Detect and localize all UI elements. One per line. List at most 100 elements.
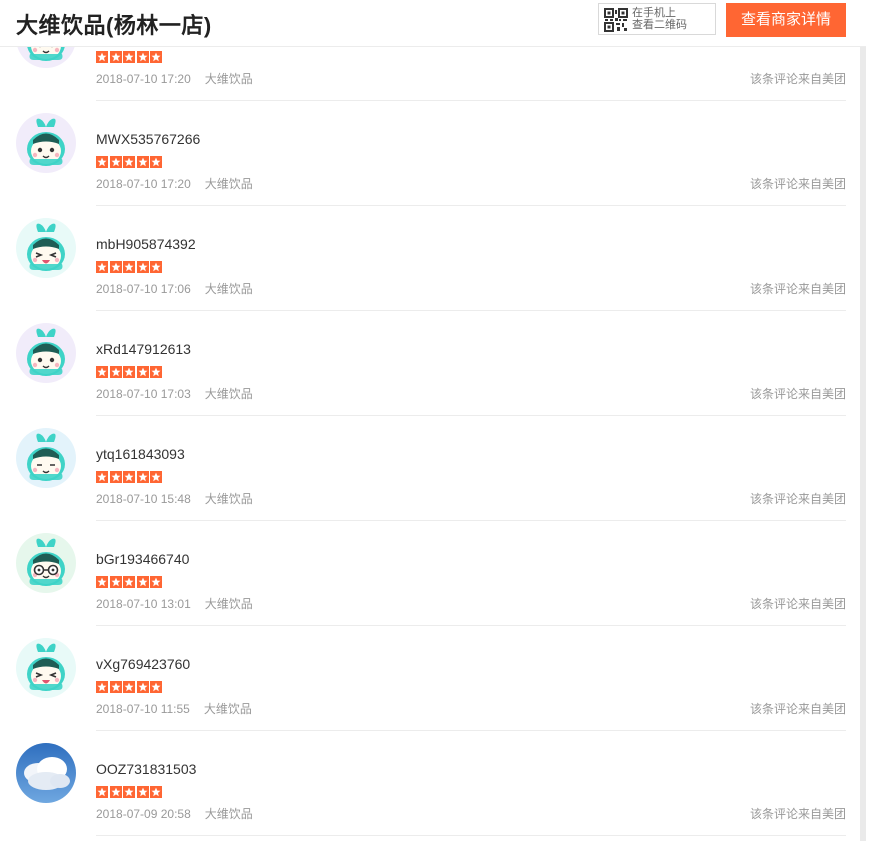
- star-icon: [96, 366, 108, 378]
- rating-stars: [96, 471, 164, 483]
- star-icon: [96, 786, 108, 798]
- rating-stars: [96, 51, 164, 63]
- review-datetime: 2018-07-09 20:58: [96, 807, 191, 821]
- avatar[interactable]: [16, 323, 76, 383]
- rating-stars: [96, 261, 164, 273]
- review-shop-name: 大维饮品: [204, 72, 253, 86]
- qr-label-line1: 在手机上: [632, 7, 676, 19]
- star-icon: [123, 366, 135, 378]
- star-icon: [123, 576, 135, 588]
- review-source: 该条评论来自美团: [749, 597, 846, 611]
- star-icon: [136, 366, 149, 378]
- rating-stars: [96, 576, 164, 588]
- qr-label-line2: 查看二维码: [632, 19, 687, 31]
- star-icon: [150, 576, 162, 588]
- star-icon: [150, 51, 162, 63]
- review-meta: 2018-07-10 17:06 大维饮品: [96, 280, 253, 297]
- star-icon: [136, 786, 149, 798]
- star-icon: [123, 261, 135, 273]
- review-meta: 2018-07-10 17:03 大维饮品: [96, 385, 253, 402]
- review-shop-name: 大维饮品: [204, 387, 253, 401]
- review-username[interactable]: mbH905874392: [96, 236, 196, 252]
- star-icon: [150, 786, 162, 798]
- star-icon: [109, 366, 122, 378]
- qr-code-icon: [604, 8, 628, 32]
- review-item: ytq161843093 2018-07-10 15:48 大维饮品 该条评论来自美团: [0, 416, 866, 521]
- review-source: 该条评论来自美团: [749, 282, 846, 296]
- star-icon: [123, 471, 135, 483]
- review-item: OOZ731831503 2018-07-09 20:58 大维饮品 该条评论来自美团: [0, 731, 866, 836]
- avatar[interactable]: [16, 113, 76, 173]
- star-icon: [150, 366, 162, 378]
- avatar[interactable]: [16, 638, 76, 698]
- star-icon: [109, 261, 122, 273]
- review-username[interactable]: vXg769423760: [96, 656, 190, 672]
- review-shop-name: 大维饮品: [204, 597, 253, 611]
- review-shop-name: 大维饮品: [204, 282, 253, 296]
- star-icon: [109, 51, 122, 63]
- review-datetime: 2018-07-10 17:03: [96, 387, 191, 401]
- review-item: mbH905874392 2018-07-10 17:06 大维饮品 该条评论来自美团: [0, 206, 866, 311]
- star-icon: [109, 786, 122, 798]
- review-source: 该条评论来自美团: [749, 492, 846, 506]
- avatar[interactable]: [16, 743, 76, 803]
- review-shop-name: 大维饮品: [204, 807, 253, 821]
- star-icon: [136, 261, 149, 273]
- review-source: 该条评论来自美团: [749, 807, 846, 821]
- review-username[interactable]: ytq161843093: [96, 446, 185, 462]
- review-datetime: 2018-07-10 13:01: [96, 597, 191, 611]
- avatar[interactable]: [16, 533, 76, 593]
- review-shop-name: 大维饮品: [203, 702, 252, 716]
- review-item: vXg769423760 2018-07-10 11:55 大维饮品 该条评论来自美团: [0, 626, 866, 731]
- review-username[interactable]: OOZ731831503: [96, 761, 196, 777]
- review-datetime: 2018-07-10 17:20: [96, 177, 191, 191]
- review-username[interactable]: MWX535767266: [96, 131, 200, 147]
- review-shop-name: 大维饮品: [204, 492, 253, 506]
- star-icon: [123, 786, 135, 798]
- review-username[interactable]: xRd147912613: [96, 341, 191, 357]
- review-datetime: 2018-07-10 17:20: [96, 72, 191, 86]
- review-source: 该条评论来自美团: [749, 177, 846, 191]
- review-meta: 2018-07-10 17:20 大维饮品: [96, 70, 253, 87]
- page-title: 大维饮品(杨林一店): [16, 13, 212, 38]
- review-datetime: 2018-07-10 15:48: [96, 492, 191, 506]
- review-item: MWX535767266 2018-07-10 17:20 大维饮品 该条评论来自美团: [0, 101, 866, 206]
- star-icon: [136, 681, 149, 693]
- review-meta: 2018-07-09 20:58 大维饮品: [96, 805, 253, 822]
- review-source: 该条评论来自美团: [749, 387, 846, 401]
- view-shop-details-button[interactable]: 查看商家详情: [726, 3, 846, 37]
- scrollbar-thumb[interactable]: [860, 0, 866, 841]
- star-icon: [96, 576, 108, 588]
- star-icon: [96, 261, 108, 273]
- review-username[interactable]: bGr193466740: [96, 551, 189, 567]
- star-icon: [136, 51, 149, 63]
- star-icon: [150, 261, 162, 273]
- star-icon: [109, 471, 122, 483]
- review-shop-name: 大维饮品: [204, 177, 253, 191]
- review-meta: 2018-07-10 11:55 大维饮品: [96, 700, 252, 717]
- scrollbar[interactable]: [860, 0, 866, 841]
- page: 2018-07-10 17:20 大维饮品 该条评论来自美团 MWX535767266…: [0, 0, 866, 841]
- qr-code-button[interactable]: 在手机上 查看二维码: [598, 3, 716, 35]
- divider: [96, 835, 846, 836]
- avatar[interactable]: [16, 428, 76, 488]
- star-icon: [96, 681, 108, 693]
- qr-code-label: 在手机上 查看二维码: [632, 7, 687, 31]
- star-icon: [150, 681, 162, 693]
- star-icon: [136, 576, 149, 588]
- star-icon: [109, 156, 122, 168]
- star-icon: [150, 471, 162, 483]
- star-icon: [109, 576, 122, 588]
- star-icon: [123, 681, 135, 693]
- star-icon: [136, 471, 149, 483]
- rating-stars: [96, 681, 164, 693]
- star-icon: [123, 156, 135, 168]
- rating-stars: [96, 786, 164, 798]
- avatar[interactable]: [16, 218, 76, 278]
- review-datetime: 2018-07-10 17:06: [96, 282, 191, 296]
- star-icon: [109, 681, 122, 693]
- star-icon: [123, 51, 135, 63]
- rating-stars: [96, 366, 164, 378]
- star-icon: [96, 471, 108, 483]
- review-source: 该条评论来自美团: [749, 72, 846, 86]
